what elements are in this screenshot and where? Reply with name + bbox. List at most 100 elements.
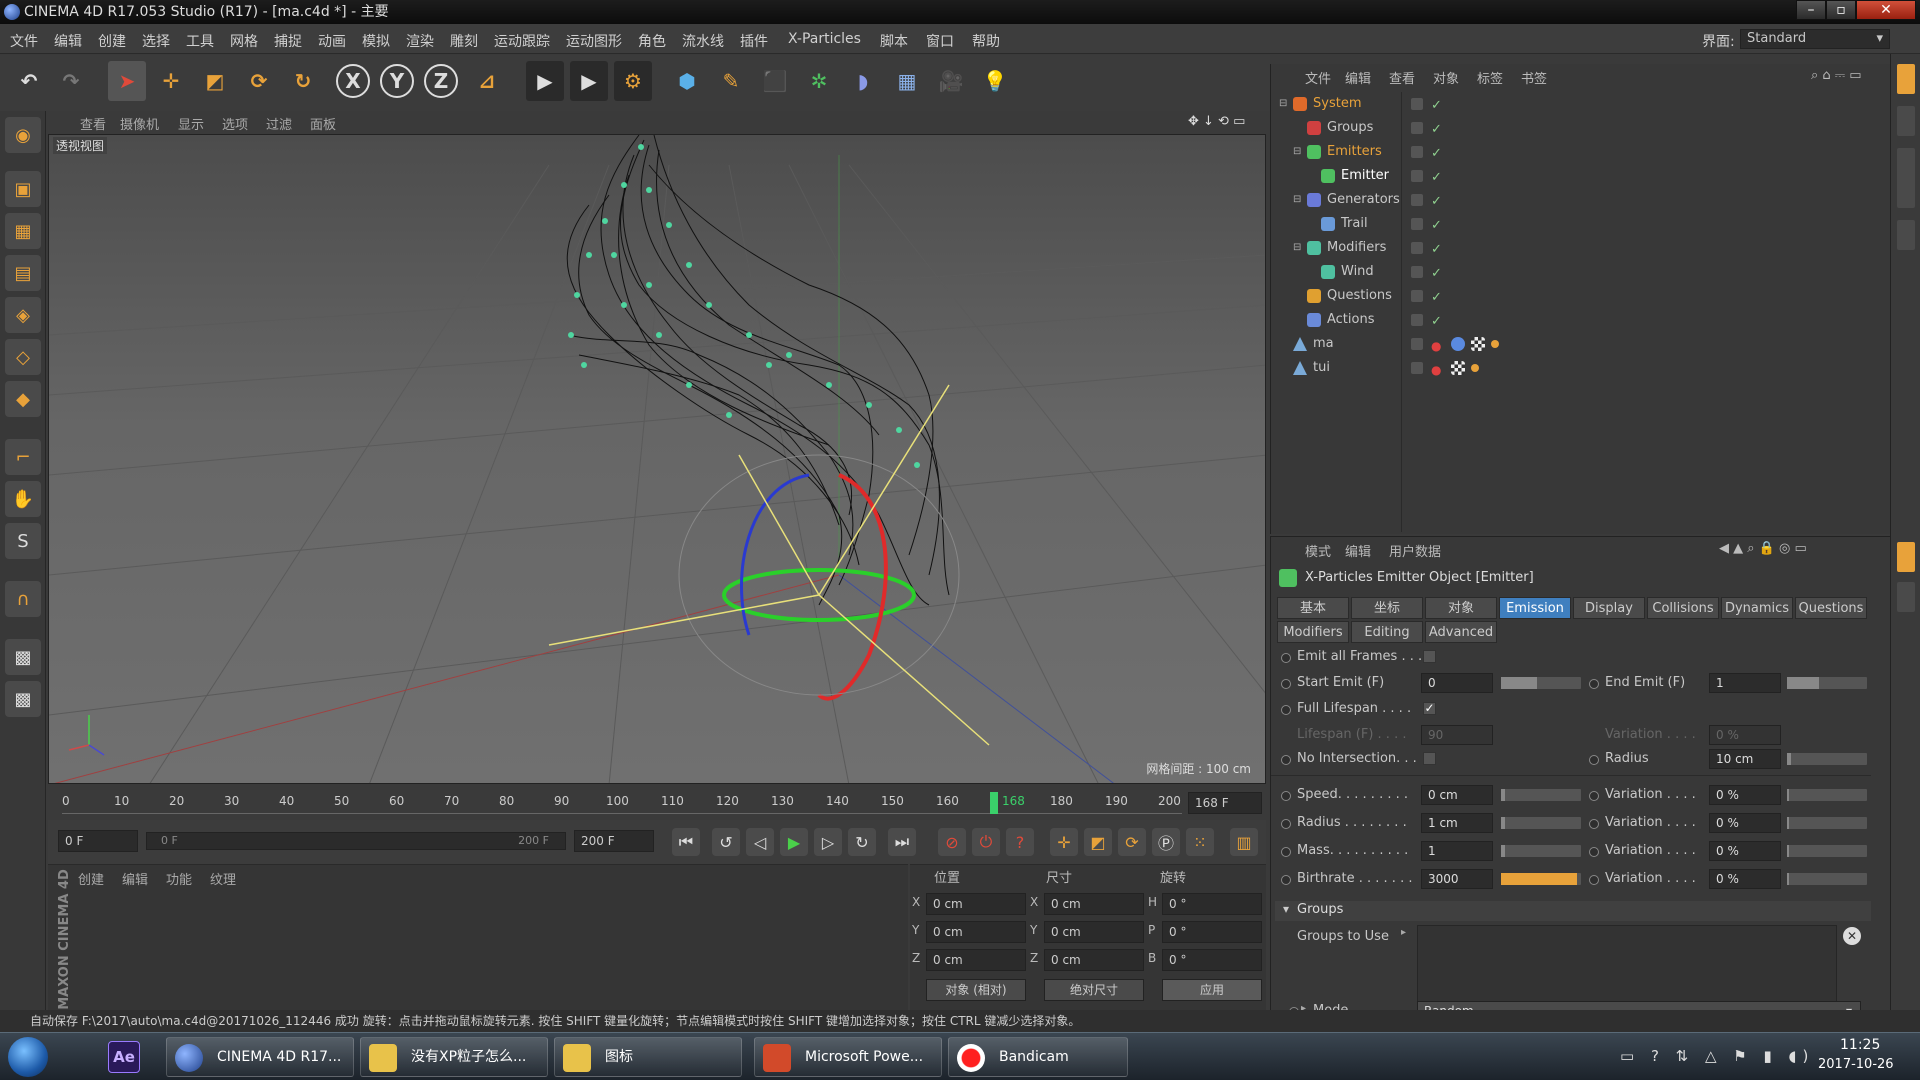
menu-snap[interactable]: 捕捉 bbox=[274, 31, 302, 51]
viewport[interactable]: 透视视图 网格间距 : 100 cm bbox=[48, 134, 1266, 784]
mograph-icon[interactable]: ✲ bbox=[800, 61, 838, 101]
speed-variation-field[interactable]: 0 % bbox=[1709, 785, 1781, 805]
make-editable-icon[interactable]: ◉ bbox=[5, 117, 41, 153]
anim-radio[interactable] bbox=[1281, 875, 1291, 885]
workplane-icon[interactable]: ▤ bbox=[5, 255, 41, 291]
render-settings-icon[interactable]: ⚙ bbox=[614, 61, 652, 101]
view-menu-options[interactable]: 选项 bbox=[222, 114, 248, 133]
key-position-icon[interactable]: ✛ bbox=[1050, 828, 1078, 856]
menu-window[interactable]: 窗口 bbox=[926, 31, 954, 51]
layer-toggle[interactable] bbox=[1411, 98, 1423, 110]
anim-radio[interactable] bbox=[1281, 755, 1291, 765]
magnet-icon[interactable]: ∩ bbox=[5, 581, 41, 617]
points-mode-icon[interactable]: ◈ bbox=[5, 297, 41, 333]
dock-tab-content[interactable] bbox=[1897, 106, 1915, 136]
keyframe-selection-icon[interactable]: ? bbox=[1006, 828, 1034, 856]
z-axis-icon[interactable]: Z bbox=[424, 64, 458, 98]
texture-tag-icon[interactable] bbox=[1451, 361, 1465, 375]
speed-slider[interactable] bbox=[1501, 789, 1581, 801]
om-menu-file[interactable]: 文件 bbox=[1305, 68, 1331, 87]
visibility-dot-icon[interactable]: ● bbox=[1431, 358, 1441, 382]
tab-display[interactable]: Display bbox=[1573, 597, 1645, 619]
layer-toggle[interactable] bbox=[1411, 146, 1423, 158]
end-emit-field[interactable]: 1 bbox=[1709, 673, 1781, 693]
menu-help[interactable]: 帮助 bbox=[972, 31, 1000, 51]
visibility-check-icon[interactable]: ✓ bbox=[1431, 286, 1442, 310]
layer-toggle[interactable] bbox=[1411, 314, 1423, 326]
visibility-check-icon[interactable]: ✓ bbox=[1431, 262, 1442, 286]
maximize-button[interactable]: ▫ bbox=[1826, 0, 1856, 20]
viewport-nav-icon[interactable]: ✥ ↓ ⟲ ▭ bbox=[1188, 114, 1245, 129]
taskbar-folder-1[interactable]: 没有XP粒子怎么... bbox=[360, 1037, 548, 1077]
next-frame-icon[interactable]: ▷ bbox=[814, 828, 842, 856]
size-y-field[interactable]: 0 cm bbox=[1044, 921, 1144, 943]
speed-variation-slider[interactable] bbox=[1787, 789, 1867, 801]
axis-mode-icon[interactable]: ⌐ bbox=[5, 439, 41, 475]
autokey-icon[interactable]: ⏻ bbox=[972, 828, 1000, 856]
timeline-ruler[interactable]: 0 10 20 30 40 50 60 70 80 90 100 110 120… bbox=[48, 784, 1266, 820]
size-mode-dropdown[interactable]: 绝对尺寸 bbox=[1044, 979, 1144, 1001]
menu-pipeline[interactable]: 流水线 bbox=[682, 31, 724, 51]
layer-toggle[interactable] bbox=[1411, 218, 1423, 230]
material-tag-icon[interactable] bbox=[1471, 364, 1479, 372]
am-nav-icon[interactable]: ◀ ▲ ⌕ 🔒 ◎ ▭ bbox=[1719, 541, 1807, 556]
tab-advanced[interactable]: Advanced bbox=[1425, 621, 1497, 643]
object-row-generators[interactable]: ⊟ Generators ✓ bbox=[1271, 188, 1891, 212]
am-menu-edit[interactable]: 编辑 bbox=[1345, 541, 1371, 560]
am-menu-userdata[interactable]: 用户数据 bbox=[1389, 541, 1441, 560]
timeline-layout-icon[interactable]: ▥ bbox=[1230, 828, 1258, 856]
object-row-actions[interactable]: Actions ✓ bbox=[1271, 308, 1891, 332]
start-emit-slider[interactable] bbox=[1501, 677, 1581, 689]
menu-script[interactable]: 脚本 bbox=[880, 31, 908, 51]
birthrate-slider[interactable] bbox=[1501, 873, 1581, 885]
anim-radio[interactable] bbox=[1589, 755, 1599, 765]
anim-radio[interactable] bbox=[1589, 791, 1599, 801]
pos-x-field[interactable]: 0 cm bbox=[926, 893, 1026, 915]
om-menu-edit[interactable]: 编辑 bbox=[1345, 68, 1371, 87]
menu-character[interactable]: 角色 bbox=[638, 31, 666, 51]
prev-frame-icon[interactable]: ◁ bbox=[746, 828, 774, 856]
chevron-right-icon[interactable]: ▸ bbox=[1401, 927, 1406, 938]
mass-variation-slider[interactable] bbox=[1787, 845, 1867, 857]
collapse-icon[interactable]: ⊟ bbox=[1293, 140, 1301, 164]
om-menu-view[interactable]: 查看 bbox=[1389, 68, 1415, 87]
polygons-mode-icon[interactable]: ◆ bbox=[5, 381, 41, 417]
visibility-check-icon[interactable]: ✓ bbox=[1431, 94, 1442, 118]
taskbar-folder-2[interactable]: 图标 bbox=[554, 1037, 742, 1077]
dock-tab-layer[interactable] bbox=[1897, 582, 1915, 612]
prev-key-icon[interactable]: ↺ bbox=[712, 828, 740, 856]
visibility-check-icon[interactable]: ✓ bbox=[1431, 118, 1442, 142]
mat-menu-edit[interactable]: 编辑 bbox=[122, 869, 148, 888]
floor-icon[interactable]: ▦ bbox=[888, 61, 926, 101]
layer-toggle[interactable] bbox=[1411, 194, 1423, 206]
record-icon[interactable]: ⊘ bbox=[938, 828, 966, 856]
play-icon[interactable]: ▶ bbox=[780, 828, 808, 856]
coord-mode-dropdown[interactable]: 对象 (相对) bbox=[926, 979, 1026, 1001]
render-icon[interactable]: ▶ bbox=[570, 61, 608, 101]
birthrate-variation-field[interactable]: 0 % bbox=[1709, 869, 1781, 889]
playhead[interactable] bbox=[990, 792, 998, 814]
layer-toggle[interactable] bbox=[1411, 170, 1423, 182]
birthrate-variation-slider[interactable] bbox=[1787, 873, 1867, 885]
collapse-icon[interactable]: ⊟ bbox=[1279, 92, 1287, 116]
om-menu-bookmarks[interactable]: 书签 bbox=[1521, 68, 1547, 87]
menu-sculpt[interactable]: 雕刻 bbox=[450, 31, 478, 51]
object-row-system[interactable]: ⊟ System ✓ bbox=[1271, 92, 1891, 116]
object-row-trail[interactable]: Trail ✓ bbox=[1271, 212, 1891, 236]
pos-z-field[interactable]: 0 cm bbox=[926, 949, 1026, 971]
menu-create[interactable]: 创建 bbox=[98, 31, 126, 51]
texture-tag-icon[interactable] bbox=[1471, 337, 1485, 351]
anim-radio[interactable] bbox=[1589, 819, 1599, 829]
layer-toggle[interactable] bbox=[1411, 122, 1423, 134]
collapse-icon[interactable]: ⊟ bbox=[1293, 236, 1301, 260]
next-key-icon[interactable]: ↻ bbox=[848, 828, 876, 856]
radius-variation-slider[interactable] bbox=[1787, 817, 1867, 829]
tweak-icon[interactable]: ✋ bbox=[5, 481, 41, 517]
full-lifespan-checkbox[interactable]: ✓ bbox=[1423, 702, 1436, 715]
texture-mode-icon[interactable]: ▦ bbox=[5, 213, 41, 249]
groups-section-header[interactable]: ▾ Groups bbox=[1275, 901, 1871, 921]
dock-tab-objects[interactable] bbox=[1897, 64, 1915, 94]
layout-dropdown[interactable]: Standard ▾ bbox=[1740, 29, 1890, 49]
select-icon[interactable]: ➤ bbox=[108, 61, 146, 101]
taskbar-powerpoint[interactable]: Microsoft Powe... bbox=[754, 1037, 942, 1077]
